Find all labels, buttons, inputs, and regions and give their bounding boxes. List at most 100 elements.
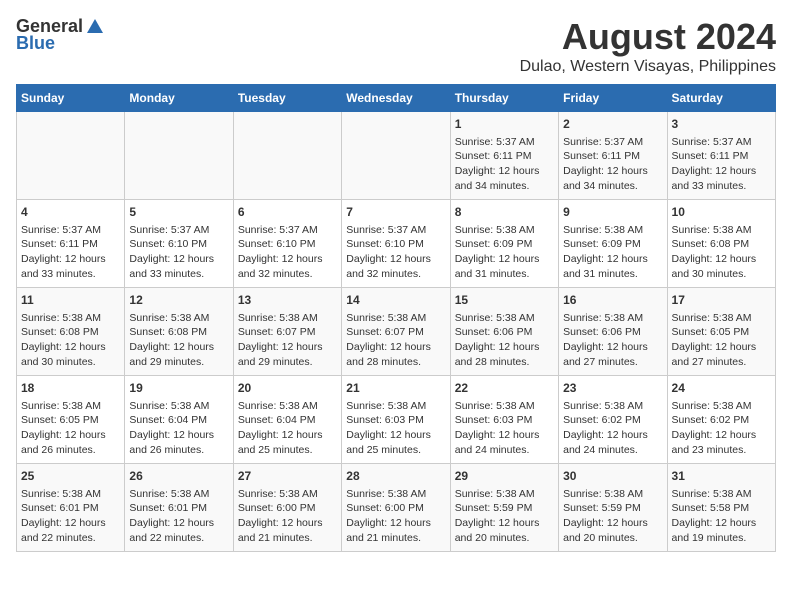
day-info: Sunrise: 5:37 AM Sunset: 6:10 PM Dayligh…: [238, 223, 337, 282]
day-number: 5: [129, 204, 228, 221]
calendar-cell: 12Sunrise: 5:38 AM Sunset: 6:08 PM Dayli…: [125, 288, 233, 376]
header-monday: Monday: [125, 85, 233, 112]
calendar-table: Sunday Monday Tuesday Wednesday Thursday…: [16, 84, 776, 552]
calendar-cell: [17, 112, 125, 200]
day-number: 13: [238, 292, 337, 309]
calendar-cell: 6 Sunrise: 5:37 AM Sunset: 6:10 PM Daylig…: [233, 200, 341, 288]
day-info: Sunrise: 5:38 AM Sunset: 6:03 PM Dayligh…: [455, 399, 554, 458]
day-info: Sunrise: 5:38 AM Sunset: 6:07 PM Dayligh…: [346, 311, 445, 370]
day-info: Sunrise: 5:37 AM Sunset: 6:10 PM Dayligh…: [346, 223, 445, 282]
day-info: Sunrise: 5:38 AM Sunset: 6:02 PM Dayligh…: [672, 399, 771, 458]
logo-blue-text: Blue: [16, 33, 55, 54]
calendar-cell: 28 Sunrise: 5:38 AM Sunset: 6:00 PM Dayli…: [342, 464, 450, 552]
day-info: Sunrise: 5:38 AM Sunset: 6:09 PM Dayligh…: [455, 223, 554, 282]
logo: General Blue: [16, 16, 105, 54]
day-info: Sunrise: 5:38 AM Sunset: 6:06 PM Dayligh…: [455, 311, 554, 370]
day-info: Sunrise: 5:37 AM Sunset: 6:11 PM Dayligh…: [455, 135, 554, 194]
day-number: 17: [672, 292, 771, 309]
calendar-cell: 29 Sunrise: 5:38 AM Sunset: 5:59 PM Dayli…: [450, 464, 558, 552]
calendar-cell: 22 Sunrise: 5:38 AM Sunset: 6:03 PM Dayli…: [450, 376, 558, 464]
day-number: 23: [563, 380, 662, 397]
calendar-week-row: 11 Sunrise: 5:38 AM Sunset: 6:08 PM Dayli…: [17, 288, 776, 376]
day-info: Sunrise: 5:37 AM Sunset: 6:11 PM Dayligh…: [672, 135, 771, 194]
calendar-cell: [233, 112, 341, 200]
calendar-cell: 11 Sunrise: 5:38 AM Sunset: 6:08 PM Dayli…: [17, 288, 125, 376]
day-number: 20: [238, 380, 337, 397]
calendar-cell: 23 Sunrise: 5:38 AM Sunset: 6:02 PM Dayli…: [559, 376, 667, 464]
day-info: Sunrise: 5:38 AM Sunset: 6:08 PM Dayligh…: [129, 311, 228, 370]
day-number: 15: [455, 292, 554, 309]
day-info: Sunrise: 5:38 AM Sunset: 6:05 PM Dayligh…: [21, 399, 120, 458]
calendar-cell: 7 Sunrise: 5:37 AM Sunset: 6:10 PM Daylig…: [342, 200, 450, 288]
day-number: 24: [672, 380, 771, 397]
day-info: Sunrise: 5:38 AM Sunset: 5:58 PM Dayligh…: [672, 487, 771, 546]
day-number: 25: [21, 468, 120, 485]
calendar-cell: 16 Sunrise: 5:38 AM Sunset: 6:06 PM Dayli…: [559, 288, 667, 376]
calendar-body: 1 Sunrise: 5:37 AM Sunset: 6:11 PM Daylig…: [17, 112, 776, 552]
calendar-week-row: 4Sunrise: 5:37 AM Sunset: 6:11 PM Daylig…: [17, 200, 776, 288]
day-info: Sunrise: 5:38 AM Sunset: 6:04 PM Dayligh…: [238, 399, 337, 458]
calendar-cell: 2 Sunrise: 5:37 AM Sunset: 6:11 PM Daylig…: [559, 112, 667, 200]
day-info: Sunrise: 5:38 AM Sunset: 6:08 PM Dayligh…: [672, 223, 771, 282]
day-number: 8: [455, 204, 554, 221]
calendar-cell: 21 Sunrise: 5:38 AM Sunset: 6:03 PM Dayli…: [342, 376, 450, 464]
day-number: 30: [563, 468, 662, 485]
calendar-cell: 13 Sunrise: 5:38 AM Sunset: 6:07 PM Dayli…: [233, 288, 341, 376]
day-number: 6: [238, 204, 337, 221]
header-sunday: Sunday: [17, 85, 125, 112]
calendar-week-row: 1 Sunrise: 5:37 AM Sunset: 6:11 PM Daylig…: [17, 112, 776, 200]
day-info: Sunrise: 5:38 AM Sunset: 6:04 PM Dayligh…: [129, 399, 228, 458]
calendar-cell: 24 Sunrise: 5:38 AM Sunset: 6:02 PM Dayli…: [667, 376, 775, 464]
calendar-cell: 18 Sunrise: 5:38 AM Sunset: 6:05 PM Dayli…: [17, 376, 125, 464]
day-number: 27: [238, 468, 337, 485]
calendar-cell: 27 Sunrise: 5:38 AM Sunset: 6:00 PM Dayli…: [233, 464, 341, 552]
day-number: 9: [563, 204, 662, 221]
day-number: 2: [563, 116, 662, 133]
day-info: Sunrise: 5:38 AM Sunset: 6:00 PM Dayligh…: [238, 487, 337, 546]
logo-icon: [85, 17, 105, 37]
calendar-week-row: 18 Sunrise: 5:38 AM Sunset: 6:05 PM Dayli…: [17, 376, 776, 464]
day-info: Sunrise: 5:38 AM Sunset: 6:01 PM Dayligh…: [129, 487, 228, 546]
day-number: 3: [672, 116, 771, 133]
day-number: 16: [563, 292, 662, 309]
calendar-cell: 14 Sunrise: 5:38 AM Sunset: 6:07 PM Dayli…: [342, 288, 450, 376]
day-number: 22: [455, 380, 554, 397]
day-info: Sunrise: 5:37 AM Sunset: 6:11 PM Dayligh…: [563, 135, 662, 194]
day-number: 26: [129, 468, 228, 485]
day-info: Sunrise: 5:37 AM Sunset: 6:11 PM Dayligh…: [21, 223, 120, 282]
calendar-cell: 19Sunrise: 5:38 AM Sunset: 6:04 PM Dayli…: [125, 376, 233, 464]
header-saturday: Saturday: [667, 85, 775, 112]
day-info: Sunrise: 5:38 AM Sunset: 5:59 PM Dayligh…: [563, 487, 662, 546]
day-number: 29: [455, 468, 554, 485]
day-number: 28: [346, 468, 445, 485]
calendar-cell: [125, 112, 233, 200]
day-info: Sunrise: 5:38 AM Sunset: 6:00 PM Dayligh…: [346, 487, 445, 546]
day-info: Sunrise: 5:38 AM Sunset: 6:05 PM Dayligh…: [672, 311, 771, 370]
calendar-header: Sunday Monday Tuesday Wednesday Thursday…: [17, 85, 776, 112]
calendar-cell: 3 Sunrise: 5:37 AM Sunset: 6:11 PM Daylig…: [667, 112, 775, 200]
day-info: Sunrise: 5:38 AM Sunset: 6:03 PM Dayligh…: [346, 399, 445, 458]
calendar-cell: 8 Sunrise: 5:38 AM Sunset: 6:09 PM Daylig…: [450, 200, 558, 288]
day-info: Sunrise: 5:38 AM Sunset: 6:02 PM Dayligh…: [563, 399, 662, 458]
calendar-cell: 26 Sunrise: 5:38 AM Sunset: 6:01 PM Dayli…: [125, 464, 233, 552]
day-number: 7: [346, 204, 445, 221]
day-number: 18: [21, 380, 120, 397]
header-friday: Friday: [559, 85, 667, 112]
day-info: Sunrise: 5:38 AM Sunset: 5:59 PM Dayligh…: [455, 487, 554, 546]
day-info: Sunrise: 5:38 AM Sunset: 6:09 PM Dayligh…: [563, 223, 662, 282]
day-info: Sunrise: 5:38 AM Sunset: 6:07 PM Dayligh…: [238, 311, 337, 370]
calendar-cell: 4Sunrise: 5:37 AM Sunset: 6:11 PM Daylig…: [17, 200, 125, 288]
title-area: August 2024 Dulao, Western Visayas, Phil…: [520, 16, 776, 76]
day-number: 11: [21, 292, 120, 309]
day-number: 14: [346, 292, 445, 309]
calendar-cell: 15 Sunrise: 5:38 AM Sunset: 6:06 PM Dayli…: [450, 288, 558, 376]
header-wednesday: Wednesday: [342, 85, 450, 112]
day-number: 1: [455, 116, 554, 133]
header-thursday: Thursday: [450, 85, 558, 112]
day-number: 21: [346, 380, 445, 397]
calendar-cell: 5Sunrise: 5:37 AM Sunset: 6:10 PM Daylig…: [125, 200, 233, 288]
day-info: Sunrise: 5:38 AM Sunset: 6:01 PM Dayligh…: [21, 487, 120, 546]
calendar-cell: 10Sunrise: 5:38 AM Sunset: 6:08 PM Dayli…: [667, 200, 775, 288]
day-info: Sunrise: 5:38 AM Sunset: 6:06 PM Dayligh…: [563, 311, 662, 370]
day-info: Sunrise: 5:38 AM Sunset: 6:08 PM Dayligh…: [21, 311, 120, 370]
